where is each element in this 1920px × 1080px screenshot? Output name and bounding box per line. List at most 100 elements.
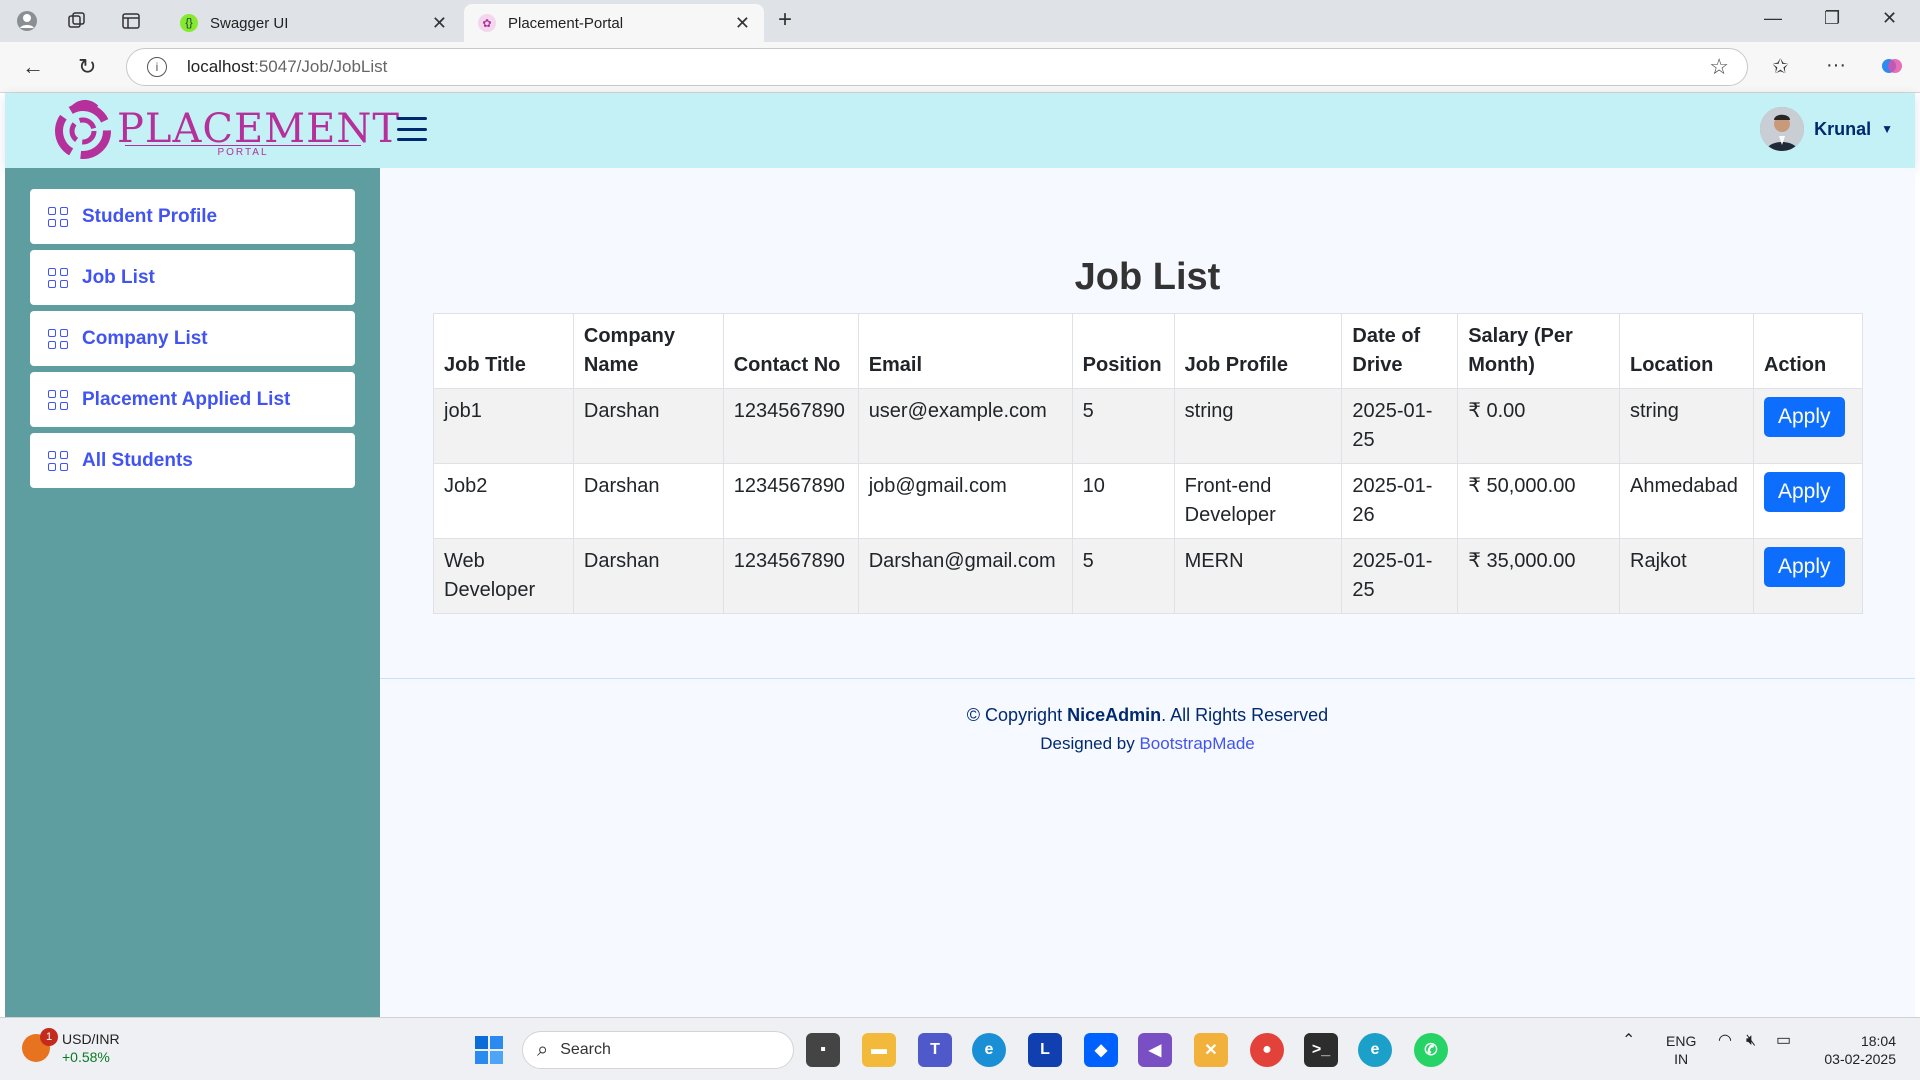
footer: © Copyright NiceAdmin. All Rights Reserv…: [380, 678, 1915, 754]
more-menu-icon[interactable]: ···: [1826, 54, 1846, 77]
volume-muted-icon[interactable]: 🔇︎: [1746, 1032, 1756, 1050]
visual-studio-icon[interactable]: ◀: [1138, 1033, 1172, 1067]
swagger-favicon-icon: {}: [180, 14, 198, 32]
minimize-icon[interactable]: —: [1764, 8, 1782, 29]
email-cell: user@example.com: [857, 388, 1073, 464]
sidebar-item-student-profile[interactable]: Student Profile: [30, 189, 355, 244]
copilot-icon[interactable]: [1880, 54, 1904, 84]
job-profile-cell: Front-end Developer: [1173, 463, 1343, 539]
task-view-icon[interactable]: ▪: [806, 1033, 840, 1067]
dropbox-icon[interactable]: ◆: [1084, 1033, 1118, 1067]
search-label: Search: [560, 1041, 611, 1058]
tab-close-icon[interactable]: ✕: [432, 13, 447, 34]
address-bar[interactable]: i localhost:5047/Job/JobList ☆: [126, 48, 1748, 86]
contact-cell: 1234567890: [722, 538, 859, 614]
tab-close-icon[interactable]: ✕: [735, 13, 750, 34]
restore-icon[interactable]: ❐: [1824, 8, 1840, 29]
app-root: PLACEMENT PORTAL Krunal ▼ Student Profil…: [5, 93, 1915, 1017]
column-header: Action: [1752, 313, 1864, 389]
sidebar-item-all-students[interactable]: All Students: [30, 433, 355, 488]
column-header: Email: [857, 313, 1073, 389]
page-title: Job List: [1074, 256, 1221, 298]
app-l-icon[interactable]: L: [1028, 1033, 1062, 1067]
column-header: Date of Drive: [1341, 313, 1459, 389]
currency-widget-icon: 1: [22, 1028, 58, 1062]
reload-icon[interactable]: ↻: [78, 54, 96, 80]
show-hidden-icons-icon[interactable]: ⌃: [1622, 1032, 1635, 1050]
contact-cell: 1234567890: [722, 463, 859, 539]
column-header: Location: [1619, 313, 1754, 389]
favorite-star-icon[interactable]: ☆: [1709, 54, 1729, 80]
clock-date: 03-02-2025: [1824, 1051, 1896, 1067]
lang-bottom: IN: [1674, 1051, 1689, 1067]
back-icon[interactable]: ←: [22, 54, 44, 80]
sidebar: Student Profile Job List Company List Pl…: [5, 168, 380, 1017]
grid-icon: [48, 328, 68, 349]
start-icon[interactable]: [472, 1033, 506, 1067]
action-cell: Apply: [1752, 388, 1864, 464]
chevron-down-icon: ▼: [1881, 122, 1893, 136]
sidebar-item-label: Student Profile: [82, 205, 218, 227]
chrome-icon[interactable]: ●: [1250, 1033, 1284, 1067]
column-header: Job Profile: [1173, 313, 1343, 389]
browser-chrome: {} Swagger UI ✕ ✿ Placement-Portal ✕ + —…: [0, 0, 1920, 93]
tab-actions-icon[interactable]: [118, 8, 144, 34]
clock-time: 18:04: [1860, 1033, 1896, 1049]
logo-subtitle: PORTAL: [125, 145, 361, 158]
terminal-icon[interactable]: >_: [1304, 1033, 1338, 1067]
wifi-icon[interactable]: ◠: [1718, 1032, 1732, 1050]
position-cell: 5: [1071, 388, 1175, 464]
column-header: Job Title: [433, 313, 574, 389]
placement-portal-logo[interactable]: PLACEMENT PORTAL: [51, 97, 400, 161]
brand-name: NiceAdmin: [1067, 705, 1162, 725]
job-title-cell: job1: [433, 388, 574, 464]
sidebar-item-label: Placement Applied List: [82, 388, 291, 410]
tab-placement-portal[interactable]: ✿ Placement-Portal ✕: [464, 4, 764, 42]
battery-icon[interactable]: ▭: [1776, 1032, 1791, 1050]
file-explorer-icon[interactable]: ▬: [862, 1033, 896, 1067]
table-row: job1 Darshan 1234567890 user@example.com…: [433, 388, 1864, 464]
taskbar-search[interactable]: ⌕ Search: [522, 1031, 794, 1069]
weather-finance-widget[interactable]: 1 USD/INR +0.58%: [22, 1028, 120, 1066]
table-row: Job2 Darshan 1234567890 job@gmail.com 10…: [433, 463, 1864, 539]
company-cell: Darshan: [572, 538, 724, 614]
table-row: Web Developer Darshan 1234567890 Darshan…: [433, 538, 1864, 614]
toggle-sidebar-menu-icon[interactable]: [397, 117, 427, 141]
close-window-icon[interactable]: ✕: [1882, 8, 1897, 29]
tab-swagger[interactable]: {} Swagger UI ✕: [166, 4, 461, 42]
grid-icon: [48, 450, 68, 471]
edge-icon[interactable]: e: [972, 1033, 1006, 1067]
company-cell: Darshan: [572, 388, 724, 464]
contact-cell: 1234567890: [722, 388, 859, 464]
designer-link[interactable]: BootstrapMade: [1139, 734, 1254, 753]
copyright-text: © Copyright NiceAdmin. All Rights Reserv…: [380, 705, 1915, 726]
whatsapp-icon[interactable]: ✆: [1414, 1033, 1448, 1067]
site-info-icon[interactable]: i: [147, 57, 167, 77]
copyright-prefix: © Copyright: [966, 705, 1068, 725]
apply-button[interactable]: Apply: [1763, 547, 1845, 587]
windows-taskbar: 1 USD/INR +0.58% ⌕ Search ▪ ▬ T e L ◆ ◀ ✕…: [0, 1017, 1920, 1080]
sidebar-item-placement-applied-list[interactable]: Placement Applied List: [30, 372, 355, 427]
tools-app-icon[interactable]: ✕: [1194, 1033, 1228, 1067]
date-cell: 2025-01-25: [1341, 388, 1459, 464]
workspaces-icon[interactable]: [64, 8, 90, 34]
edge-dev-icon[interactable]: e: [1358, 1033, 1392, 1067]
job-title-cell: Job2: [433, 463, 574, 539]
position-cell: 10: [1071, 463, 1175, 539]
grid-icon: [48, 267, 68, 288]
sidebar-item-job-list[interactable]: Job List: [30, 250, 355, 305]
grid-icon: [48, 389, 68, 410]
favorites-icon[interactable]: ✩: [1772, 54, 1789, 79]
action-cell: Apply: [1752, 463, 1864, 539]
teams-icon[interactable]: T: [918, 1033, 952, 1067]
profile-icon[interactable]: [14, 8, 40, 34]
grid-icon: [48, 206, 68, 227]
user-profile-dropdown[interactable]: Krunal ▼: [1760, 107, 1893, 151]
sidebar-item-company-list[interactable]: Company List: [30, 311, 355, 366]
action-cell: Apply: [1752, 538, 1864, 614]
apply-button[interactable]: Apply: [1763, 397, 1845, 437]
apply-button[interactable]: Apply: [1763, 472, 1845, 512]
clock[interactable]: 18:04 03-02-2025: [1812, 1032, 1896, 1068]
language-indicator[interactable]: ENG IN: [1666, 1032, 1696, 1068]
new-tab-icon[interactable]: +: [778, 6, 792, 34]
